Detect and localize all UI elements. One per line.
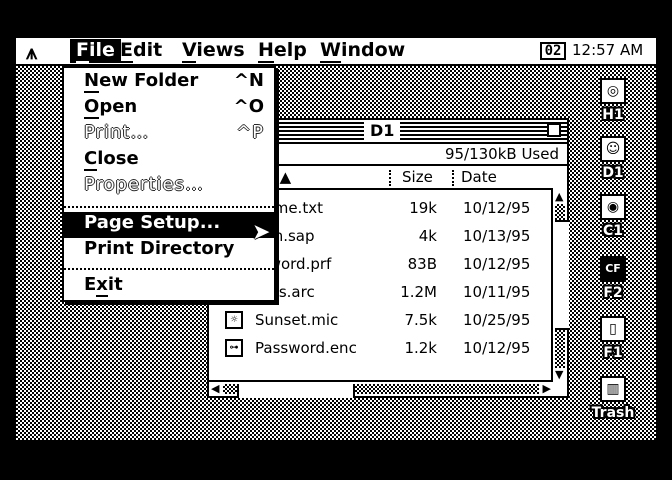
desktop-icon-trash[interactable]: ▥ Trash <box>590 376 636 421</box>
menu-edit[interactable]: Edit <box>114 39 168 63</box>
menu-item-close[interactable]: Close <box>64 148 274 174</box>
menu-item-print: Print… ^P <box>84 122 264 143</box>
disk-usage: 95/130kB Used <box>444 145 559 163</box>
menu-views[interactable]: Views <box>176 39 251 63</box>
menu-item-new-folder[interactable]: New Folder ^N <box>64 70 274 96</box>
picture-file-icon: ☼ <box>225 311 243 329</box>
column-divider[interactable] <box>452 170 454 186</box>
cf-card-icon: CF <box>600 256 626 282</box>
shortcut-label: ^N <box>233 70 264 91</box>
menu-separator <box>64 268 274 270</box>
floppy-drive-icon: ☺ <box>600 136 626 162</box>
file-row[interactable]: ⊶ Password.enc 1.2k 10/12/95 <box>209 334 553 362</box>
zoom-box-icon[interactable] <box>547 123 561 137</box>
mouse-pointer-icon: ➤ <box>252 220 271 245</box>
disc-drive-icon: ◉ <box>600 194 626 220</box>
scroll-right-icon[interactable]: ▶ <box>543 383 551 395</box>
menu-item-print-directory[interactable]: Print Directory <box>64 238 274 264</box>
shortcut-label: ^O <box>233 96 264 117</box>
horizontal-scrollbar[interactable]: ◀ ▶ <box>209 380 553 398</box>
scroll-track[interactable] <box>555 204 569 368</box>
file-row[interactable]: ☼ Sunset.mic 7.5k 10/25/95 <box>209 306 553 334</box>
scroll-track[interactable] <box>223 384 539 398</box>
file-menu-dropdown: New Folder ^N Open ^O Print… ^P Close Prope… <box>62 66 276 302</box>
clock: 12:57 AM <box>572 41 644 59</box>
menu-item-open[interactable]: Open ^O <box>64 96 274 122</box>
desktop-icon-f1[interactable]: ▯ F1 <box>590 316 636 361</box>
vertical-scrollbar[interactable]: ▲ ▼ <box>551 190 569 382</box>
scroll-up-icon[interactable]: ▲ <box>555 191 563 203</box>
menu-item-exit[interactable]: Exit <box>64 274 274 300</box>
atari-logo-icon[interactable]: ⩚ <box>26 40 37 64</box>
scroll-thumb[interactable] <box>237 384 355 398</box>
shortcut-label: ^P <box>236 122 264 143</box>
scroll-left-icon[interactable]: ◀ <box>211 383 219 395</box>
menu-item-properties: Properties… <box>84 174 204 195</box>
key-file-icon: ⊶ <box>225 339 243 357</box>
trash-icon: ▥ <box>600 376 626 402</box>
scroll-down-icon[interactable]: ▼ <box>555 369 563 381</box>
workspace-indicator[interactable]: 02 <box>540 42 566 60</box>
menu-item-page-setup[interactable]: Page Setup... <box>64 212 274 238</box>
desktop-icon-f2[interactable]: CF F2 <box>590 256 636 301</box>
desktop-icon-c1[interactable]: ◉ C1 <box>590 194 636 239</box>
column-divider[interactable] <box>389 170 391 186</box>
column-size[interactable]: Size <box>402 166 433 188</box>
menu-bar: ⩚ File Edit Views Help Window 02 12:57 A… <box>16 38 656 66</box>
window-title: D1 <box>364 122 401 140</box>
desktop-icon-h1[interactable]: ◎ H1 <box>590 78 636 123</box>
scroll-thumb[interactable] <box>555 220 569 330</box>
column-date[interactable]: Date <box>461 166 497 188</box>
hard-disk-icon: ◎ <box>600 78 626 104</box>
menu-window[interactable]: Window <box>314 39 411 63</box>
menu-separator <box>64 206 274 208</box>
usb-drive-icon: ▯ <box>600 316 626 342</box>
menu-help[interactable]: Help <box>252 39 313 63</box>
desktop-icon-d1[interactable]: ☺ D1 <box>590 136 636 181</box>
